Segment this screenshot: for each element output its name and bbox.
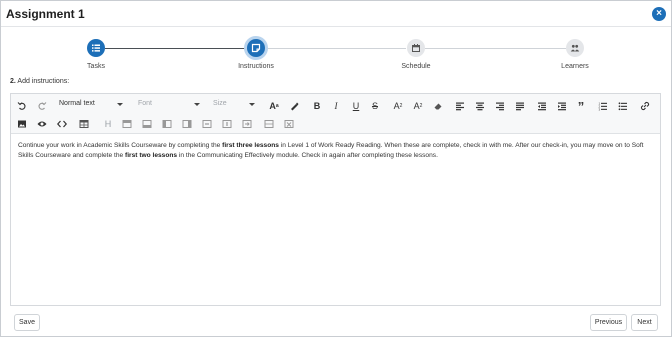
section-label: 2. Add instructions:	[10, 78, 69, 85]
align-right-icon[interactable]	[493, 99, 507, 113]
outdent-icon[interactable]	[535, 99, 549, 113]
indent-icon[interactable]	[555, 99, 569, 113]
people-icon	[570, 44, 580, 52]
dialog-title: Assignment 1	[6, 7, 85, 21]
table-delete-icon[interactable]	[282, 117, 296, 131]
step-connector-1	[105, 48, 246, 49]
chevron-down-icon	[249, 103, 255, 106]
step-connector-3	[425, 48, 566, 49]
table-col-right-icon[interactable]	[180, 117, 194, 131]
font-select[interactable]: Font	[138, 100, 200, 112]
step-schedule[interactable]	[407, 39, 425, 57]
previous-button[interactable]: Previous	[590, 314, 627, 331]
paragraph-style-select[interactable]: Normal text	[59, 100, 123, 112]
table-delete-row-icon[interactable]	[200, 117, 214, 131]
eraser-icon[interactable]	[431, 99, 445, 113]
redo-icon[interactable]	[35, 99, 49, 113]
blockquote-icon[interactable]: ”	[574, 99, 588, 114]
table-row-below-icon[interactable]	[140, 117, 154, 131]
instruction-bold-2: first two lessons	[125, 152, 178, 159]
align-left-icon[interactable]	[453, 99, 467, 113]
subscript-icon[interactable]: A2	[391, 99, 405, 113]
instruction-text-1: Continue your work in Academic Skills Co…	[18, 142, 223, 149]
table-col-left-icon[interactable]	[160, 117, 174, 131]
italic-icon[interactable]: I	[329, 99, 343, 113]
bold-icon[interactable]: B	[310, 99, 324, 113]
step-tasks[interactable]	[87, 39, 105, 57]
section-text: Add instructions:	[17, 78, 70, 85]
table-row-above-icon[interactable]	[120, 117, 134, 131]
font-value: Font	[138, 100, 153, 107]
next-button[interactable]: Next	[631, 314, 658, 331]
size-select[interactable]: Size	[213, 100, 255, 112]
editor-content[interactable]: Continue your work in Academic Skills Co…	[18, 141, 656, 161]
superscript-icon[interactable]: A2	[411, 99, 425, 113]
bullet-list-icon[interactable]	[616, 99, 630, 113]
strikethrough-icon[interactable]: S	[368, 99, 382, 113]
code-view-icon[interactable]	[55, 117, 69, 131]
underline-icon[interactable]: U	[349, 99, 363, 113]
step-learners[interactable]	[566, 39, 584, 57]
size-value: Size	[213, 100, 227, 107]
step-label-tasks: Tasks	[87, 63, 105, 70]
svg-text:3: 3	[599, 108, 601, 112]
list-icon	[92, 44, 100, 52]
table-split-icon[interactable]	[262, 117, 276, 131]
ordered-list-icon[interactable]: 123	[596, 99, 610, 113]
step-label-schedule: Schedule	[401, 63, 431, 70]
table-insert-icon[interactable]	[77, 117, 91, 131]
save-button[interactable]: Save	[14, 314, 40, 331]
step-label-instructions: Instructions	[238, 63, 274, 70]
undo-icon[interactable]	[15, 99, 29, 113]
close-button[interactable]: ×	[652, 7, 666, 21]
calendar-icon	[412, 44, 420, 52]
highlight-pen-icon[interactable]	[287, 99, 301, 113]
table-merge-icon[interactable]	[240, 117, 254, 131]
image-icon[interactable]	[15, 117, 29, 131]
chevron-down-icon	[194, 103, 200, 106]
preview-eye-icon[interactable]	[35, 117, 49, 131]
section-number: 2.	[10, 78, 16, 85]
note-icon	[251, 43, 261, 53]
table-delete-col-icon[interactable]	[220, 117, 234, 131]
link-icon[interactable]	[638, 99, 652, 113]
instruction-bold-1: first three lessons	[222, 142, 279, 149]
align-center-icon[interactable]	[473, 99, 487, 113]
editor-toolbar: Normal text Font Size Aa B I U S A2 A2 ”…	[11, 94, 660, 134]
align-justify-icon[interactable]	[513, 99, 527, 113]
chevron-down-icon	[117, 103, 123, 106]
font-case-icon[interactable]: Aa	[267, 99, 281, 113]
paragraph-style-value: Normal text	[59, 100, 95, 107]
step-label-learners: Learners	[561, 63, 589, 70]
rich-text-editor: Normal text Font Size Aa B I U S A2 A2 ”…	[10, 93, 661, 306]
step-connector-2	[265, 48, 406, 49]
table-header-icon[interactable]: H	[101, 117, 115, 131]
dialog-header: Assignment 1 ×	[1, 1, 671, 27]
step-instructions[interactable]	[247, 39, 265, 57]
instruction-text-3: in the Communicating Effectively module.…	[177, 152, 438, 159]
